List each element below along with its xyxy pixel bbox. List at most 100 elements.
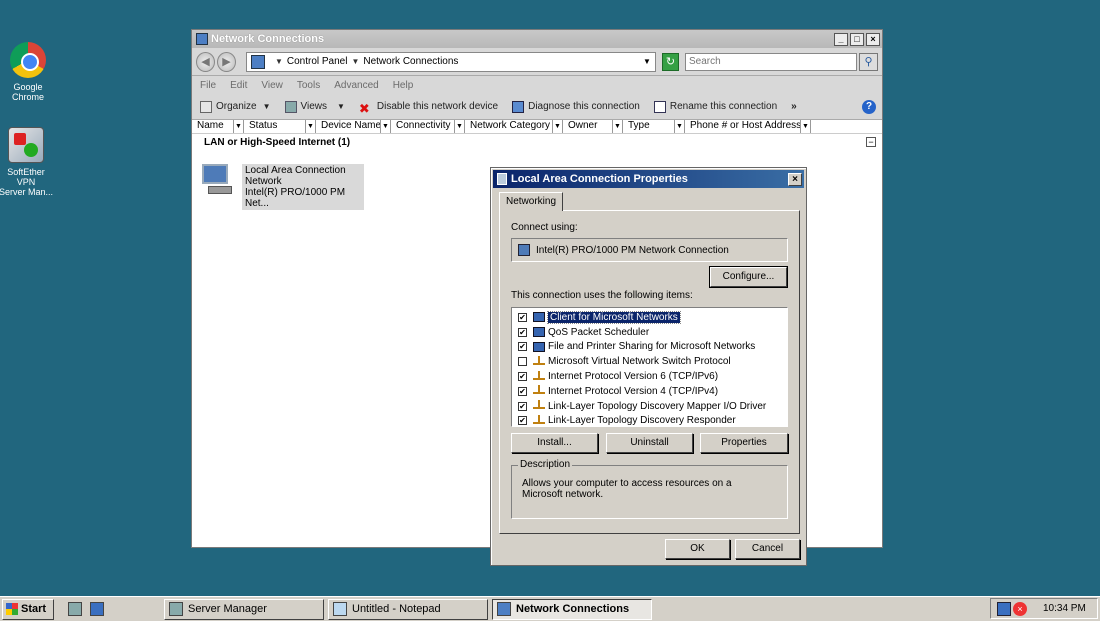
back-button[interactable]: ◀ (196, 51, 215, 72)
chevron-down-icon[interactable]: ▼ (552, 120, 562, 133)
chevron-down-icon: ▼ (337, 102, 345, 111)
checkbox[interactable]: ✔ (518, 327, 527, 337)
column-label: Connectivity (396, 120, 451, 131)
diagnose-icon (512, 100, 525, 113)
cancel-button[interactable]: Cancel (735, 539, 800, 559)
refresh-icon[interactable]: ↻ (661, 52, 680, 71)
column-type[interactable]: Type ▼ (623, 120, 685, 133)
dialog-close-button[interactable]: × (788, 172, 802, 186)
chevron-down-icon[interactable]: ▼ (454, 120, 464, 133)
checkbox[interactable]: ✔ (518, 386, 527, 396)
breadcrumb-network-connections[interactable]: Network Connections (363, 56, 458, 67)
list-item[interactable]: ✔ Link-Layer Topology Discovery Mapper I/… (512, 399, 787, 414)
tab-networking[interactable]: Networking (499, 192, 564, 211)
network-tray-icon[interactable] (997, 601, 1011, 616)
components-list[interactable]: ✔ Client for Microsoft Networks ✔ QoS Pack… (511, 307, 788, 427)
item-label: File and Printer Sharing for Microsoft N… (548, 341, 756, 353)
desktop-icon-chrome[interactable]: Google Chrome (0, 42, 56, 102)
column-label: Name (197, 120, 224, 131)
task-network-connections[interactable]: Network Connections (492, 598, 652, 620)
clock[interactable]: 10:34 PM (1043, 603, 1086, 614)
chevron-down-icon[interactable]: ▼ (612, 120, 622, 133)
organize-label: Organize (216, 101, 257, 112)
group-header[interactable]: LAN or High-Speed Internet (1) − (192, 134, 882, 150)
breadcrumb-control-panel[interactable]: Control Panel (287, 56, 348, 67)
chevron-down-icon[interactable]: ▼ (305, 120, 315, 133)
configure-button[interactable]: Configure... (709, 266, 788, 288)
connection-details: Local Area Connection Network Intel(R) P… (242, 164, 364, 210)
search-input[interactable] (685, 52, 858, 71)
diagnose-button[interactable]: Diagnose this connection (512, 100, 640, 113)
menu-advanced[interactable]: Advanced (334, 80, 378, 91)
column-status[interactable]: Status ▼ (244, 120, 316, 133)
column-network-category[interactable]: Network Category ▼ (465, 120, 563, 133)
address-dropdown-icon[interactable]: ▼ (643, 57, 651, 66)
chevron-down-icon[interactable]: ▼ (275, 57, 283, 66)
menu-tools[interactable]: Tools (297, 80, 320, 91)
desktop-icon-softether[interactable]: SoftEther VPN Server Man... (0, 127, 54, 197)
warning-tray-icon[interactable]: × (1013, 601, 1027, 616)
connection-device: Intel(R) PRO/1000 PM Net... (245, 187, 346, 209)
menu-file[interactable]: File (200, 80, 216, 91)
checkbox[interactable]: ✔ (518, 416, 527, 426)
menu-view[interactable]: View (261, 80, 283, 91)
chevron-down-icon[interactable]: ▼ (800, 120, 810, 133)
window-titlebar[interactable]: Network Connections _ □ × (192, 30, 882, 48)
disable-device-button[interactable]: ✖ Disable this network device (359, 101, 498, 116)
server-manager-icon (169, 602, 183, 616)
menu-help[interactable]: Help (393, 80, 414, 91)
task-notepad[interactable]: Untitled - Notepad (328, 598, 488, 620)
help-icon[interactable]: ? (862, 99, 876, 114)
server-manager-quicklaunch-icon[interactable] (68, 602, 82, 616)
forward-button[interactable]: ▶ (216, 51, 236, 72)
menu-edit[interactable]: Edit (230, 80, 247, 91)
diagnose-label: Diagnose this connection (528, 101, 640, 112)
checkbox[interactable]: ✔ (518, 401, 527, 411)
checkbox[interactable] (518, 357, 527, 367)
install-button[interactable]: Install... (511, 433, 598, 453)
column-owner[interactable]: Owner ▼ (563, 120, 623, 133)
show-desktop-icon[interactable] (90, 602, 104, 616)
column-label: Phone # or Host Address (690, 120, 802, 131)
item-label: QoS Packet Scheduler (548, 326, 650, 338)
list-item[interactable]: ✔ File and Printer Sharing for Microsoft … (512, 340, 787, 355)
rename-button[interactable]: Rename this connection (653, 100, 777, 113)
views-button[interactable]: Views ▼ (284, 100, 345, 113)
start-button[interactable]: Start (2, 598, 54, 620)
column-phone-host[interactable]: Phone # or Host Address ▼ (685, 120, 811, 133)
close-button[interactable]: × (866, 32, 880, 46)
checkbox[interactable]: ✔ (518, 342, 527, 352)
list-item[interactable]: ✔ Link-Layer Topology Discovery Responder (512, 414, 787, 429)
chevron-down-icon[interactable]: ▼ (351, 57, 359, 66)
column-name[interactable]: Name ▼ (192, 120, 244, 133)
more-commands-button[interactable]: » (791, 101, 797, 112)
connection-item-local-area[interactable]: Local Area Connection Network Intel(R) P… (200, 164, 364, 210)
address-bar[interactable]: ▼ Control Panel ▼ Network Connections ▼ (245, 51, 656, 72)
maximize-button[interactable]: □ (850, 32, 864, 46)
column-label: Owner (568, 120, 598, 131)
task-server-manager[interactable]: Server Manager (164, 598, 324, 620)
column-connectivity[interactable]: Connectivity ▼ (391, 120, 465, 133)
menu-bar: File Edit View Tools Advanced Help (192, 76, 882, 94)
checkbox[interactable]: ✔ (518, 312, 527, 322)
properties-button[interactable]: Properties (700, 433, 788, 453)
collapse-icon[interactable]: − (866, 137, 876, 147)
ok-button[interactable]: OK (665, 539, 730, 559)
uninstall-button[interactable]: Uninstall (606, 433, 693, 453)
chevron-down-icon[interactable]: ▼ (380, 120, 390, 133)
organize-button[interactable]: Organize ▼ (200, 100, 271, 113)
list-item[interactable]: ✔ Internet Protocol Version 6 (TCP/IPv6) (512, 369, 787, 384)
chevron-down-icon[interactable]: ▼ (674, 120, 684, 133)
window-title: Network Connections (211, 33, 325, 45)
adapter-name: Intel(R) PRO/1000 PM Network Connection (536, 244, 729, 256)
checkbox[interactable]: ✔ (518, 372, 527, 382)
dialog-titlebar[interactable]: Local Area Connection Properties × (493, 170, 804, 188)
list-item[interactable]: ✔ QoS Packet Scheduler (512, 325, 787, 340)
list-item[interactable]: ✔ Client for Microsoft Networks (512, 310, 787, 325)
list-item[interactable]: Microsoft Virtual Network Switch Protoco… (512, 354, 787, 369)
chevron-down-icon[interactable]: ▼ (233, 120, 243, 133)
minimize-button[interactable]: _ (834, 32, 848, 46)
column-device-name[interactable]: Device Name ▼ (316, 120, 391, 133)
list-item[interactable]: ✔ Internet Protocol Version 4 (TCP/IPv4) (512, 384, 787, 399)
search-icon[interactable]: ⚲ (859, 52, 878, 71)
